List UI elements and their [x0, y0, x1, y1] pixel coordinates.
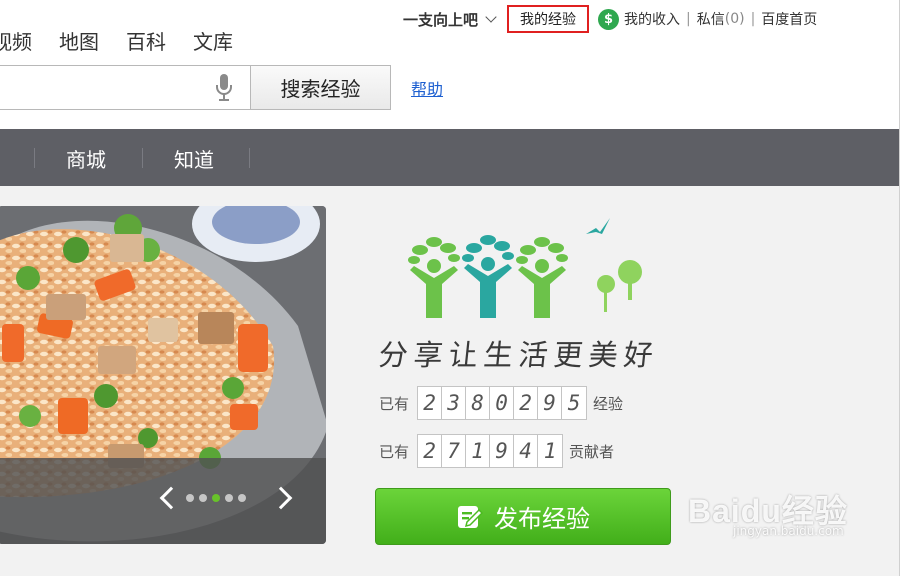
- my-experience-link[interactable]: 我的经验: [507, 5, 590, 33]
- page: 一支向上吧 我的经验 $ 我的收入 | 私信 (0) | 百度首页 视频 地图 …: [0, 0, 900, 576]
- baidu-jingyan-watermark: Baidu经验 jingyan.baidu.com: [688, 486, 848, 538]
- edit-note-icon: [458, 505, 484, 528]
- digit: 5: [567, 391, 581, 415]
- nav-item-zhidao[interactable]: 知道: [174, 144, 214, 173]
- separator: |: [686, 11, 691, 27]
- channel-baike[interactable]: 百科: [126, 26, 166, 55]
- search-button[interactable]: 搜索经验: [250, 65, 391, 110]
- separator: |: [750, 11, 756, 27]
- carousel-dot[interactable]: [199, 494, 207, 502]
- help-link[interactable]: 帮助: [411, 76, 443, 100]
- digit: 2: [418, 435, 443, 467]
- channel-map[interactable]: 地图: [59, 26, 99, 55]
- banner-carousel[interactable]: [0, 206, 326, 544]
- messages-link[interactable]: 私信: [697, 9, 725, 29]
- digit: 9: [538, 387, 563, 419]
- watermark-url: jingyan.baidu.com: [733, 524, 844, 538]
- nav-divider: [249, 148, 250, 168]
- dollar-coin-icon: $: [598, 8, 620, 30]
- experience-prefix: 已有: [379, 394, 410, 413]
- contributor-suffix: 贡献者: [569, 442, 615, 461]
- digit: 2: [418, 387, 443, 419]
- my-income-link[interactable]: 我的收入: [624, 9, 680, 29]
- channel-wenku[interactable]: 文库: [193, 26, 233, 55]
- digit: 7: [442, 435, 467, 467]
- carousel-dots: [186, 494, 246, 502]
- digit: 3: [442, 387, 467, 419]
- experience-suffix: 经验: [593, 394, 624, 413]
- jingyan-people-logo: [408, 218, 642, 318]
- baidu-home-link[interactable]: 百度首页: [761, 9, 817, 29]
- digit: 2: [514, 387, 539, 419]
- publish-experience-button[interactable]: 发布经验: [375, 488, 671, 545]
- carousel-dot-active[interactable]: [212, 494, 220, 502]
- channel-video[interactable]: 视频: [0, 26, 32, 55]
- contributor-digits: 2 7 1 9 4 1: [417, 434, 564, 468]
- digit: 9: [490, 435, 515, 467]
- microphone-icon[interactable]: [214, 73, 234, 103]
- nav-item-mall[interactable]: 商城: [66, 144, 106, 173]
- nav-divider: [34, 148, 35, 168]
- digit: 4: [514, 435, 539, 467]
- carousel-dot[interactable]: [225, 494, 233, 502]
- digit: 1: [466, 435, 491, 467]
- digit: 8: [466, 387, 491, 419]
- username-link[interactable]: 一支向上吧: [403, 9, 478, 30]
- channel-links: 视频 地图 百科 文库: [0, 26, 260, 55]
- nav-bar: 商城 知道: [0, 129, 899, 186]
- contributor-counter: 已有 2 7 1 9 4 1 贡献者: [379, 434, 614, 468]
- digit: 0: [490, 387, 515, 419]
- publish-label: 发布经验: [494, 505, 590, 533]
- carousel-dot[interactable]: [238, 494, 246, 502]
- slogan: 分享让生活更美好: [377, 338, 661, 372]
- experience-counter: 已有 2 3 8 0 2 9 5 经验: [379, 386, 623, 420]
- user-bar: 一支向上吧 我的经验 $ 我的收入 | 私信 (0) | 百度首页: [403, 5, 817, 33]
- experience-digits: 2 3 8 0 2 9 5: [417, 386, 588, 420]
- search-input[interactable]: [0, 65, 250, 110]
- carousel-dot[interactable]: [186, 494, 194, 502]
- nav-divider: [142, 148, 143, 168]
- chevron-down-icon[interactable]: [485, 11, 497, 23]
- contributor-prefix: 已有: [379, 442, 410, 461]
- messages-count: (0): [724, 11, 745, 27]
- digit: 1: [543, 439, 557, 463]
